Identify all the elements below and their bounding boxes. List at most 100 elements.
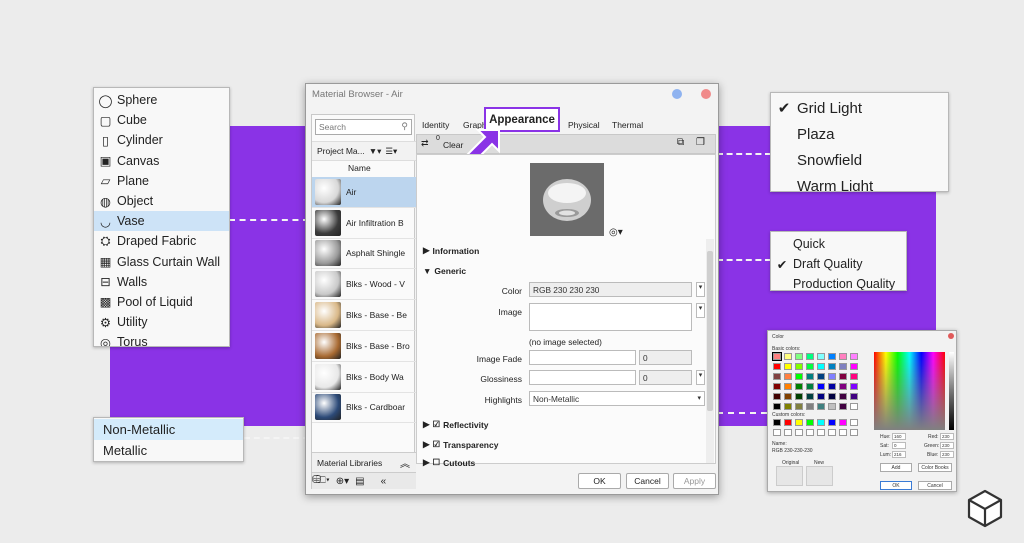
quality-item-quick[interactable]: Quick (771, 234, 906, 254)
basic-color-swatch[interactable] (817, 353, 825, 360)
basic-color-swatch[interactable] (784, 353, 792, 360)
minimize-button[interactable] (672, 89, 682, 99)
basic-color-swatch[interactable] (784, 393, 792, 400)
basic-color-swatch[interactable] (828, 403, 836, 410)
preview-options-icon[interactable]: ◎▾ (609, 227, 623, 238)
name-column-header[interactable]: Name (348, 163, 371, 173)
color-spectrum[interactable] (874, 352, 945, 430)
basic-color-swatch[interactable] (850, 393, 858, 400)
section-generic[interactable]: ▼ Generic (423, 266, 466, 276)
custom-color-swatch[interactable] (817, 419, 825, 426)
highlights-option-non-metallic[interactable]: Non-Metallic (94, 419, 243, 440)
sat-field[interactable]: 0 (892, 442, 906, 449)
basic-color-swatch[interactable] (773, 383, 781, 390)
basic-color-swatch[interactable] (839, 353, 847, 360)
color-dialog-close-icon[interactable] (948, 333, 954, 339)
ok-button[interactable]: OK (578, 473, 621, 489)
material-item[interactable]: Blks - Base - Be (312, 300, 416, 331)
basic-color-swatch[interactable] (784, 363, 792, 370)
shape-item-vase[interactable]: ◡ Vase (94, 211, 229, 232)
basic-color-swatch[interactable] (784, 383, 792, 390)
env-item-snowfield[interactable]: Snowfield (771, 147, 948, 173)
project-materials-dropdown[interactable]: Project Ma... ▼▾ ☰▾ (312, 141, 416, 161)
material-item[interactable]: Asphalt Shingle (312, 239, 416, 270)
basic-color-swatch[interactable] (795, 393, 803, 400)
color-dropdown-arrow[interactable]: ▾ (696, 282, 705, 297)
cancel-button[interactable]: Cancel (626, 473, 669, 489)
basic-color-swatch[interactable] (806, 353, 814, 360)
glossiness-value[interactable]: 0 (639, 370, 692, 385)
shape-item-sphere[interactable]: ◯ Sphere (94, 90, 229, 110)
basic-color-swatch[interactable] (773, 363, 781, 370)
red-field[interactable]: 230 (940, 433, 954, 440)
basic-color-swatch[interactable] (828, 383, 836, 390)
custom-color-swatch[interactable] (795, 419, 803, 426)
material-item[interactable]: Blks - Cardboar (312, 393, 416, 424)
basic-color-swatch[interactable] (784, 373, 792, 380)
quality-item-production-quality[interactable]: Production Quality (771, 274, 906, 290)
apply-button[interactable]: Apply (673, 473, 716, 489)
color-ok-button[interactable]: OK (880, 481, 912, 490)
basic-color-swatch[interactable] (806, 383, 814, 390)
shape-item-cube[interactable]: ▢ Cube (94, 110, 229, 130)
material-editor-icon[interactable]: ⛁ (312, 473, 321, 486)
reflectivity-checkbox[interactable]: ☑ (433, 419, 441, 430)
quality-item-draft-quality[interactable]: ✔ Draft Quality (771, 254, 906, 274)
material-item[interactable]: Blks - Wood - V (312, 269, 416, 301)
highlights-select[interactable]: Non-Metallic ▾ (529, 391, 705, 406)
material-libraries-bar[interactable]: Material Libraries ︽ (312, 452, 416, 472)
search-input[interactable]: Search ⚲ (315, 119, 412, 135)
collapse-up-icon[interactable]: ︽ (400, 455, 410, 470)
section-cutouts[interactable]: ▶ ☐ Cutouts (423, 457, 475, 468)
transparency-checkbox[interactable]: ☑ (433, 439, 441, 450)
basic-color-swatch[interactable] (795, 353, 803, 360)
section-information[interactable]: ▶ Information (423, 245, 479, 256)
blue-field[interactable]: 230 (940, 451, 954, 458)
basic-color-swatch[interactable] (795, 403, 803, 410)
basic-color-swatch[interactable] (817, 373, 825, 380)
asset-browser-icon[interactable]: ❐ (696, 137, 705, 148)
shape-item-torus[interactable]: ◎ Torus (94, 332, 229, 346)
custom-color-swatch[interactable] (806, 429, 814, 436)
basic-color-swatch[interactable] (806, 363, 814, 370)
custom-color-swatch[interactable] (773, 429, 781, 436)
basic-color-swatch[interactable] (795, 383, 803, 390)
basic-color-swatch[interactable] (773, 403, 781, 410)
shape-item-draped-fabric[interactable]: ⛭ Draped Fabric (94, 231, 229, 251)
basic-color-swatch[interactable] (773, 393, 781, 400)
shape-item-canvas[interactable]: ▣ Canvas (94, 151, 229, 171)
image-dropdown-arrow[interactable]: ▾ (696, 303, 705, 318)
section-reflectivity[interactable]: ▶ ☑ Reflectivity (423, 419, 489, 430)
custom-color-swatch[interactable] (828, 419, 836, 426)
basic-color-swatch[interactable] (773, 373, 781, 380)
properties-scrollbar[interactable] (706, 239, 714, 463)
section-transparency[interactable]: ▶ ☑ Transparency (423, 439, 498, 450)
basic-color-swatch[interactable] (850, 353, 858, 360)
basic-color-swatch[interactable] (839, 393, 847, 400)
basic-color-swatch[interactable] (839, 403, 847, 410)
basic-color-swatch[interactable] (817, 383, 825, 390)
tab-physical[interactable]: Physical (568, 120, 600, 130)
hue-field[interactable]: 160 (892, 433, 906, 440)
basic-color-swatch[interactable] (784, 403, 792, 410)
custom-color-swatch[interactable] (828, 429, 836, 436)
basic-color-swatch[interactable] (850, 363, 858, 370)
basic-color-swatch[interactable] (828, 353, 836, 360)
env-item-grid-light[interactable]: ✔ Grid Light (771, 95, 948, 121)
basic-color-swatch[interactable] (806, 393, 814, 400)
basic-color-swatch[interactable] (850, 383, 858, 390)
basic-color-swatch[interactable] (850, 403, 858, 410)
list-view-icon[interactable]: ☰▾ (385, 146, 397, 157)
custom-color-swatch[interactable] (784, 429, 792, 436)
library-panel-icon[interactable]: ▤ (355, 476, 364, 487)
material-item[interactable]: Blks - Base - Bro (312, 331, 416, 362)
image-fade-slider[interactable] (529, 350, 636, 365)
basic-color-swatch[interactable] (795, 363, 803, 370)
env-item-warm-light[interactable]: Warm Light (771, 173, 948, 192)
filter-icon[interactable]: ▼▾ (369, 146, 382, 157)
custom-color-swatch[interactable] (795, 429, 803, 436)
replace-asset-icon[interactable]: ⧉ (677, 137, 684, 148)
collapse-left-icon[interactable]: « (381, 476, 387, 487)
basic-color-swatch[interactable] (839, 363, 847, 370)
duplicate-asset-icon[interactable]: ⇄ (421, 138, 429, 149)
